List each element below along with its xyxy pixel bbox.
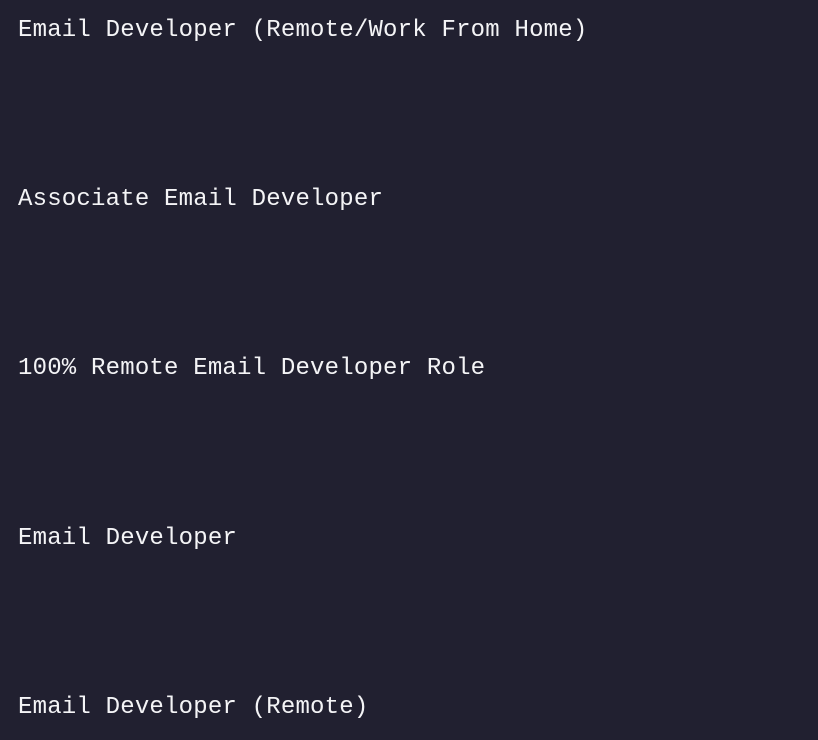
job-list-item: Associate Email Developer bbox=[18, 184, 818, 215]
job-list-item: 100% Remote Email Developer Role bbox=[18, 353, 818, 384]
job-list-item: Email Developer (Remote/Work From Home) bbox=[18, 15, 818, 46]
job-list-item: Email Developer (Remote) bbox=[18, 692, 818, 723]
job-list: Email Developer (Remote/Work From Home) … bbox=[0, 0, 818, 723]
job-list-item: Email Developer bbox=[18, 523, 818, 554]
